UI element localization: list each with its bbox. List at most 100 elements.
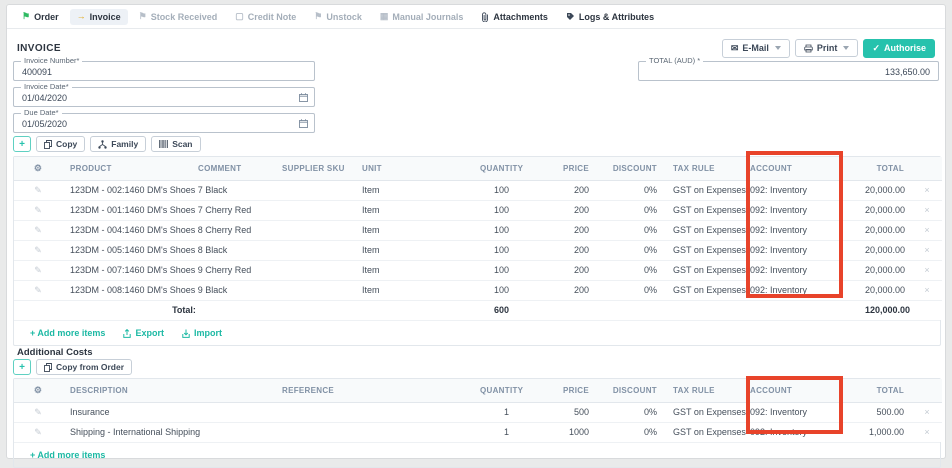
tab-logs-attributes[interactable]: Logs & Attributes [559,9,661,25]
cell-total: 20,000.00 [857,280,912,300]
add-item-button[interactable]: + [13,136,31,152]
table-row[interactable]: ✎ 123DM - 001:1460 DM's Shoes 7 Cherry R… [14,200,942,220]
email-button-label: E-Mail [742,43,769,53]
remove-row-icon[interactable]: × [924,265,929,275]
calendar-icon[interactable] [299,93,308,102]
calendar-icon[interactable] [299,119,308,128]
cell-tax-rule: GST on Expenses [665,220,742,240]
remove-row-icon[interactable]: × [924,185,929,195]
print-button-label: Print [817,43,838,53]
edit-icon[interactable]: ✎ [34,427,42,437]
copy-from-order-button[interactable]: Copy from Order [36,359,132,375]
tab-attachments-label: Attachments [493,12,548,22]
remove-row-icon[interactable]: × [924,225,929,235]
cell-quantity: 100 [472,280,517,300]
import-link[interactable]: Import [182,328,222,338]
cell-unit: Item [354,280,472,300]
tab-unstock-label: Unstock [326,12,362,22]
items-total-quantity: 600 [472,300,517,320]
tab-credit-note[interactable]: ▢ Credit Note [228,9,303,25]
cell-total: 20,000.00 [857,180,912,200]
copy-button[interactable]: Copy [36,136,85,152]
tab-order[interactable]: ⚑ Order [15,9,66,25]
cell-tax-rule: GST on Expenses [665,200,742,220]
tab-invoice[interactable]: → Invoice [70,9,128,25]
arrow-icon: → [77,12,86,21]
col-quantity: QUANTITY [472,379,517,402]
remove-row-icon[interactable]: × [924,285,929,295]
cell-supplier-sku [274,200,354,220]
authorise-button[interactable]: ✓ Authorise [863,39,935,58]
remove-row-icon[interactable]: × [924,407,929,417]
edit-icon[interactable]: ✎ [34,205,42,215]
tab-unstock[interactable]: ⚑ Unstock [307,9,369,25]
table-row[interactable]: ✎ Shipping - International Shipping 1 10… [14,422,942,442]
remove-row-icon[interactable]: × [924,205,929,215]
invoice-number-field[interactable]: Invoice Number* 400091 [13,61,315,81]
table-row[interactable]: ✎ 123DM - 008:1460 DM's Shoes 9 Black It… [14,280,942,300]
cell-description: Insurance [62,402,274,422]
col-unit: UNIT [354,157,472,180]
additional-costs-title: Additional Costs [17,347,92,358]
tab-logs-attributes-label: Logs & Attributes [579,12,654,22]
export-icon [123,329,131,338]
table-row[interactable]: ✎ 123DM - 002:1460 DM's Shoes 7 Black It… [14,180,942,200]
tab-attachments[interactable]: Attachments [474,9,555,25]
cell-account: 092: Inventory [742,260,857,280]
remove-row-icon[interactable]: × [924,245,929,255]
add-cost-button[interactable]: + [13,359,31,375]
print-button[interactable]: Print [795,39,859,57]
cell-quantity: 100 [472,240,517,260]
edit-icon[interactable]: ✎ [34,245,42,255]
cell-quantity: 100 [472,260,517,280]
cell-price: 200 [517,180,597,200]
cell-price: 1000 [517,422,597,442]
items-table-links: + Add more items Export Import [14,320,940,345]
email-button[interactable]: ✉ E-Mail [722,39,790,58]
page-title: INVOICE [17,43,61,54]
scan-button[interactable]: Scan [151,136,200,152]
invoice-date-field[interactable]: Invoice Date* 01/04/2020 [13,87,315,107]
journal-icon: ▦ [380,12,389,21]
cell-unit: Item [354,180,472,200]
col-account: ACCOUNT [742,157,857,180]
cell-tax-rule: GST on Expenses [665,260,742,280]
cell-tax-rule: GST on Expenses [665,180,742,200]
add-more-items-link[interactable]: + Add more items [30,328,105,338]
cell-discount: 0% [597,422,665,442]
edit-icon[interactable]: ✎ [34,407,42,417]
cell-discount: 0% [597,200,665,220]
column-settings-icon[interactable]: ⚙ [34,163,42,173]
total-aud-field[interactable]: TOTAL (AUD) * 133,650.00 [638,61,939,81]
edit-icon[interactable]: ✎ [34,225,42,235]
table-row[interactable]: ✎ 123DM - 007:1460 DM's Shoes 9 Cherry R… [14,260,942,280]
edit-icon[interactable]: ✎ [34,265,42,275]
add-more-items-link[interactable]: + Add more items [30,450,105,460]
table-row[interactable]: ✎ Insurance 1 500 0% GST on Expenses 092… [14,402,942,422]
column-settings-icon[interactable]: ⚙ [34,385,42,395]
remove-row-icon[interactable]: × [924,427,929,437]
cell-quantity: 100 [472,180,517,200]
cell-reference [274,402,472,422]
tab-manual-journals[interactable]: ▦ Manual Journals [373,9,471,25]
edit-icon[interactable]: ✎ [34,285,42,295]
edit-icon[interactable]: ✎ [34,185,42,195]
cell-price: 200 [517,220,597,240]
tab-stock-received[interactable]: ⚑ Stock Received [132,9,225,25]
envelope-icon: ✉ [731,43,739,54]
table-row[interactable]: ✎ 123DM - 005:1460 DM's Shoes 8 Black It… [14,240,942,260]
cell-product: 123DM - 008:1460 DM's Shoes 9 Black [62,280,190,300]
col-tax-rule: TAX RULE [665,157,742,180]
import-link-label: Import [194,328,222,338]
export-link[interactable]: Export [123,328,164,338]
cell-price: 200 [517,200,597,220]
family-button[interactable]: Family [90,136,146,152]
cell-discount: 0% [597,180,665,200]
due-date-field[interactable]: Due Date* 01/05/2020 [13,113,315,133]
cell-total: 20,000.00 [857,220,912,240]
col-price: PRICE [517,379,597,402]
cell-account: 092: Inventory [742,180,857,200]
table-row[interactable]: ✎ 123DM - 004:1460 DM's Shoes 8 Cherry R… [14,220,942,240]
logs-icon [566,12,575,21]
flag-icon: ⚑ [139,12,147,21]
